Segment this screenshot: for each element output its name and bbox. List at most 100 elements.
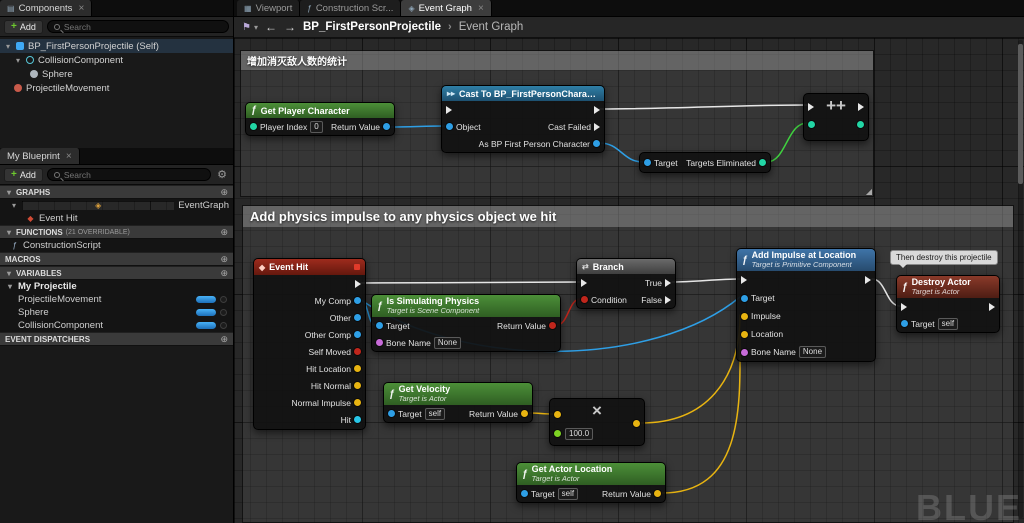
true-exec-pin[interactable] <box>665 278 671 287</box>
graph-bookmark-icon[interactable]: ⚑ <box>242 22 251 33</box>
node-header[interactable]: ƒ Is Simulating Physics Target is Scene … <box>372 295 560 317</box>
node-header[interactable]: ƒ Get Actor Location Target is Actor <box>517 463 665 485</box>
target-pin[interactable] <box>388 410 395 417</box>
eventgraph-item[interactable]: ▾ ◈ EventGraph <box>0 199 233 212</box>
add-variable-button[interactable]: ⊕ <box>220 268 228 279</box>
tab-construction-script[interactable]: ƒ Construction Scr... <box>300 0 402 16</box>
caret-down-icon[interactable]: ▾ <box>4 42 12 51</box>
component-item-collision[interactable]: ▾ CollisionComponent <box>0 53 233 67</box>
node-get-player-character[interactable]: ƒ Get Player Character Player Index 0 Re… <box>245 102 395 136</box>
float-in-pin[interactable] <box>554 430 561 437</box>
variable-type-pill[interactable] <box>196 296 216 303</box>
condition-pin[interactable] <box>581 296 588 303</box>
construction-script-item[interactable]: ƒ ConstructionScript <box>0 239 233 252</box>
bone-name-pin[interactable] <box>741 348 748 356</box>
normal-impulse-pin[interactable] <box>354 399 361 406</box>
wire-exec[interactable] <box>599 104 808 110</box>
bone-name-pin[interactable] <box>376 339 383 346</box>
object-pin[interactable] <box>446 123 453 130</box>
add-graph-button[interactable]: ⊕ <box>220 187 228 198</box>
variable-item-projectilemovement[interactable]: ProjectileMovement <box>0 293 233 306</box>
node-enabled-indicator[interactable] <box>354 264 360 270</box>
back-button[interactable]: ← <box>265 21 277 33</box>
impulse-pin[interactable] <box>741 312 748 320</box>
vertical-scrollbar[interactable] <box>1018 40 1023 518</box>
false-exec-pin[interactable] <box>665 295 671 304</box>
node-get-velocity[interactable]: ƒ Get Velocity Target is Actor Target se… <box>383 382 533 423</box>
add-function-button[interactable]: ⊕ <box>220 227 228 238</box>
exec-in-pin[interactable] <box>741 276 747 284</box>
variable-category[interactable]: ▾ My Projectile <box>0 280 233 293</box>
visibility-eye-icon[interactable] <box>220 296 227 303</box>
variable-type-pill[interactable] <box>196 322 216 329</box>
node-is-simulating-physics[interactable]: ƒ Is Simulating Physics Target is Scene … <box>371 294 561 352</box>
exec-out-pin[interactable] <box>989 302 995 311</box>
node-destroy-actor[interactable]: ƒ Destroy Actor Target is Actor Target s… <box>896 275 1000 333</box>
wire-vector[interactable] <box>661 332 741 494</box>
target-pin[interactable] <box>521 490 528 497</box>
multiplier-field[interactable]: 100.0 <box>565 428 594 440</box>
player-index-field[interactable]: 0 <box>310 120 323 133</box>
location-pin[interactable] <box>741 330 748 338</box>
target-pin[interactable] <box>376 322 383 329</box>
as-character-pin[interactable] <box>593 140 600 147</box>
return-value-pin[interactable] <box>654 490 661 497</box>
wire-object[interactable] <box>389 125 447 128</box>
my-blueprint-search-input[interactable] <box>63 169 205 180</box>
component-item-movement[interactable]: ProjectileMovement <box>0 81 233 95</box>
close-icon[interactable]: × <box>78 3 84 14</box>
targets-eliminated-pin[interactable] <box>759 159 766 166</box>
section-event-dispatchers[interactable]: EVENT DISPATCHERS ⊕ <box>0 332 233 346</box>
section-variables[interactable]: ▾ VARIABLES ⊕ <box>0 266 233 280</box>
section-graphs[interactable]: ▾ GRAPHS ⊕ <box>0 185 233 199</box>
forward-button[interactable]: → <box>284 21 296 33</box>
wire-exec[interactable] <box>671 278 741 283</box>
node-increment[interactable]: ++ <box>803 93 869 141</box>
section-functions[interactable]: ▾ FUNCTIONS (21 OVERRIDABLE) ⊕ <box>0 225 233 239</box>
exec-in-pin[interactable] <box>808 103 814 111</box>
node-header[interactable]: ◆ Event Hit <box>254 259 365 275</box>
components-search-input[interactable] <box>63 21 222 32</box>
hit-normal-pin[interactable] <box>354 382 361 389</box>
hit-location-pin[interactable] <box>354 365 361 372</box>
section-macros[interactable]: MACROS ⊕ <box>0 252 233 266</box>
node-header[interactable]: ▸▸ Cast To BP_FirstPersonCharacter <box>442 86 604 101</box>
node-branch[interactable]: ⇄ Branch True Condition False <box>576 258 676 309</box>
breadcrumb-current[interactable]: Event Graph <box>459 21 524 33</box>
target-pin[interactable] <box>741 294 748 302</box>
cast-failed-exec-pin[interactable] <box>594 122 600 131</box>
tab-components[interactable]: ▤ Components × <box>0 0 93 16</box>
node-multiply[interactable]: × 100.0 <box>549 398 645 446</box>
node-event-hit[interactable]: ◆ Event Hit My Comp Other Other Comp Sel… <box>253 258 366 430</box>
exec-out-pin[interactable] <box>594 105 600 114</box>
add-component-button[interactable]: + Add <box>4 19 43 34</box>
scrollbar-thumb[interactable] <box>1018 44 1023 184</box>
exec-in-pin[interactable] <box>901 302 907 311</box>
node-get-targets-eliminated[interactable]: Target Targets Eliminated <box>639 152 771 173</box>
wire-object[interactable] <box>599 142 644 163</box>
return-value-pin[interactable] <box>521 410 528 417</box>
node-add-impulse-at-location[interactable]: ƒ Add Impulse at Location Target is Prim… <box>736 248 876 362</box>
exec-out-pin[interactable] <box>355 279 361 288</box>
caret-down-icon[interactable]: ▾ <box>5 269 13 278</box>
tab-event-graph[interactable]: ◈ Event Graph × <box>401 0 492 16</box>
event-graph-canvas[interactable]: 增加消灭敌人数的统计 ◢ Add physics impulse to any … <box>234 38 1024 523</box>
target-field[interactable]: self <box>424 407 446 420</box>
add-dispatcher-button[interactable]: ⊕ <box>220 334 228 345</box>
caret-down-icon[interactable]: ▾ <box>6 282 14 291</box>
tab-viewport[interactable]: ▦ Viewport <box>237 0 301 16</box>
node-header[interactable]: ⇄ Branch <box>577 259 675 274</box>
visibility-eye-icon[interactable] <box>220 322 227 329</box>
vector-in-pin[interactable] <box>554 411 561 418</box>
caret-down-icon[interactable]: ▾ <box>10 201 18 210</box>
node-header[interactable]: ƒ Get Player Character <box>246 103 394 118</box>
add-blueprint-item-button[interactable]: + Add <box>4 167 43 182</box>
tab-my-blueprint[interactable]: My Blueprint × <box>0 148 80 164</box>
close-icon[interactable]: × <box>66 151 72 162</box>
caret-down-icon[interactable]: ▾ <box>5 188 13 197</box>
node-cast-to-character[interactable]: ▸▸ Cast To BP_FirstPersonCharacter Objec… <box>441 85 605 153</box>
variable-item-collisioncomponent[interactable]: CollisionComponent <box>0 319 233 332</box>
caret-down-icon[interactable]: ▾ <box>254 23 258 32</box>
close-icon[interactable]: × <box>478 3 484 14</box>
player-index-pin[interactable] <box>250 123 257 130</box>
